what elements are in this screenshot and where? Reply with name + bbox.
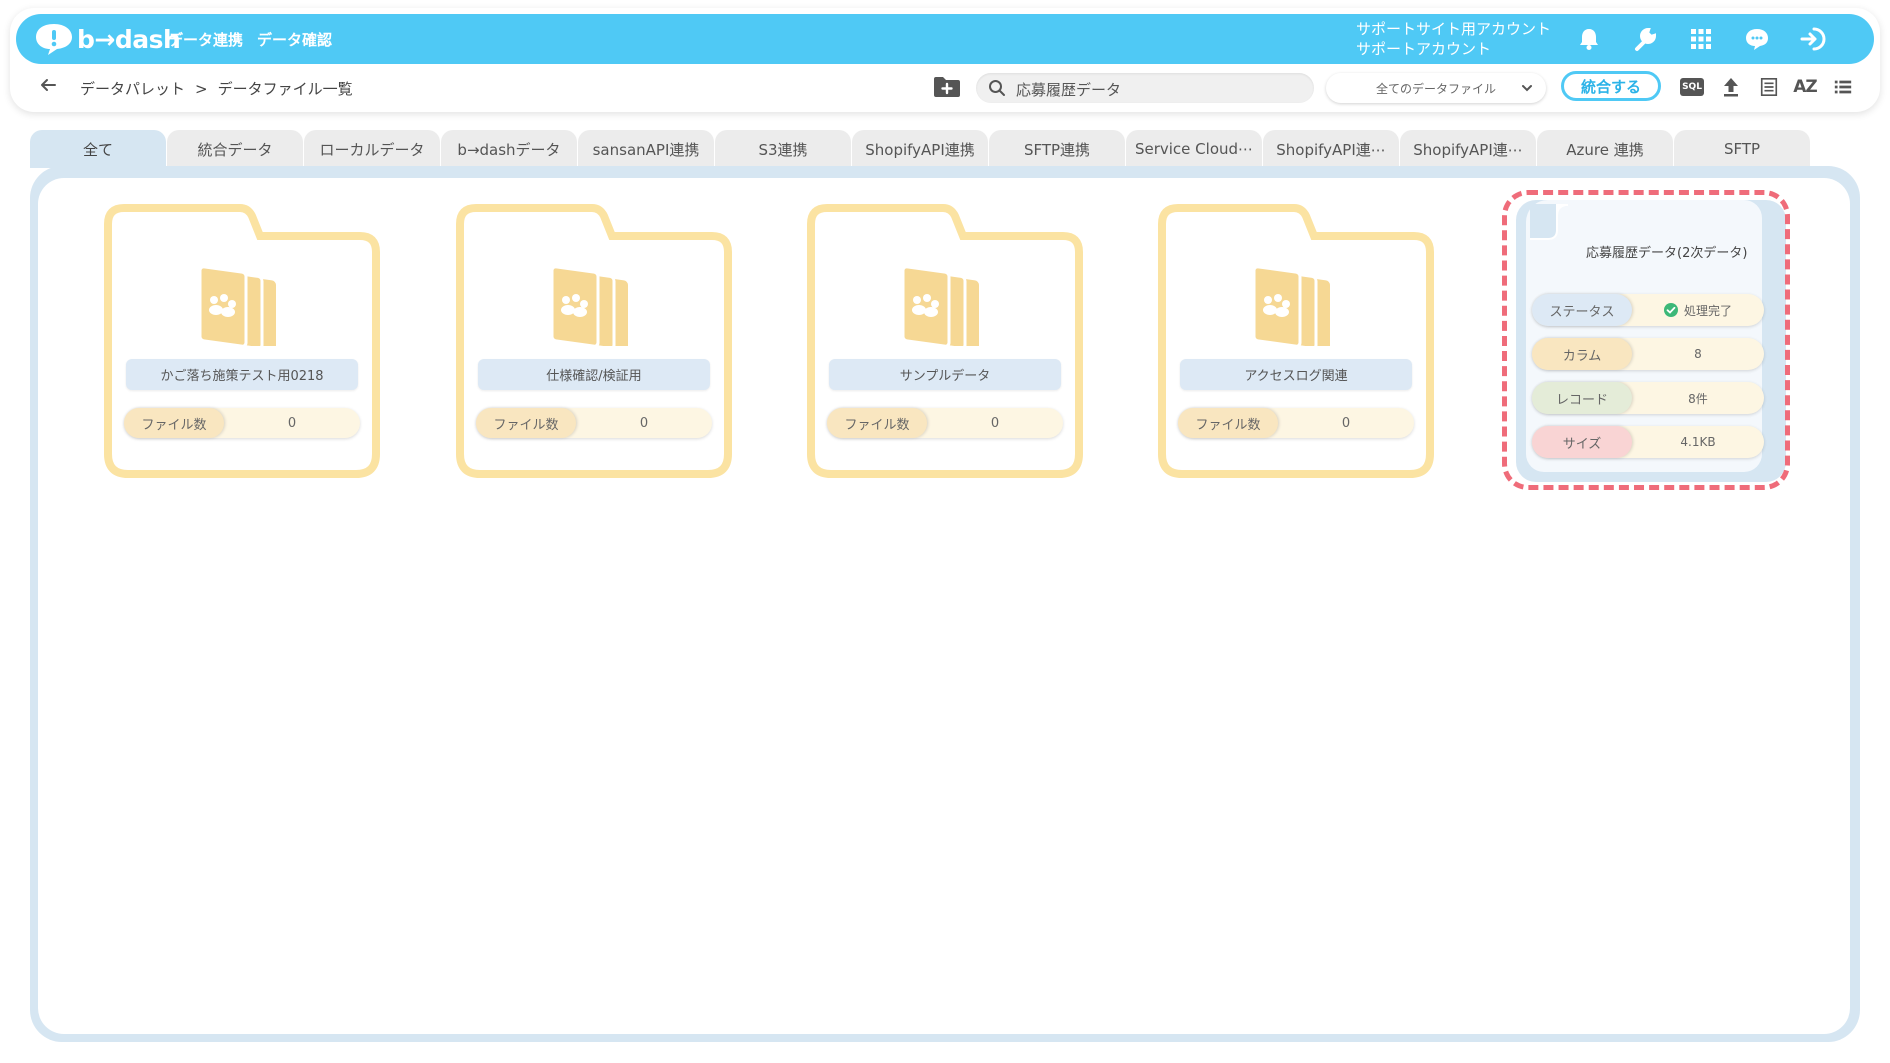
tab-shopify-api-2[interactable]: ShopifyAPI連⋯: [1263, 130, 1399, 168]
breadcrumb: データパレット > データファイル一覧: [80, 78, 363, 99]
search-icon: [989, 80, 1005, 96]
files-stack-icon: [198, 265, 276, 346]
folder-name: サンプルデータ: [829, 359, 1061, 390]
back-arrow-icon[interactable]: [38, 75, 58, 95]
files-stack-icon: [1252, 265, 1330, 346]
list-view-icon[interactable]: [1830, 76, 1856, 98]
folder-card[interactable]: サンプルデータ ファイル数 0: [807, 204, 1083, 478]
file-filter-select[interactable]: 全てのデータファイル: [1326, 73, 1546, 103]
tab-sansan-api[interactable]: sansanAPI連携: [578, 130, 714, 168]
folder-name: アクセスログ関連: [1180, 359, 1412, 390]
folder-file-count: ファイル数 0: [1178, 408, 1414, 438]
files-stack-icon: [901, 265, 979, 346]
account-info[interactable]: サポートサイト用アカウント サポートアカウント: [1356, 19, 1551, 59]
folder-card[interactable]: アクセスログ関連 ファイル数 0: [1158, 204, 1434, 478]
top-navigation-bar: b→dash データ連携 データ確認 サポートサイト用アカウント サポートアカウ…: [16, 14, 1874, 64]
highlight-outline: [1502, 190, 1790, 490]
file-count-label: ファイル数: [1178, 408, 1278, 438]
account-name: サポートサイト用アカウント: [1356, 20, 1552, 38]
speech-bubble-logo-icon: [36, 24, 72, 55]
tab-shopify-api[interactable]: ShopifyAPI連携: [852, 130, 988, 168]
sort-az-icon[interactable]: AZ: [1792, 76, 1818, 98]
file-count-value: 0: [990, 415, 1000, 431]
chevron-down-icon: [1522, 85, 1532, 92]
app-logo[interactable]: b→dash: [34, 20, 181, 58]
search-box[interactable]: [976, 73, 1314, 103]
folder-name: 仕様確認/検証用: [478, 359, 710, 390]
nav-data-integration[interactable]: データ連携: [168, 29, 243, 50]
tab-service-cloud[interactable]: Service Cloud⋯: [1126, 130, 1262, 168]
bell-icon[interactable]: [1574, 24, 1604, 54]
file-count-label: ファイル数: [124, 408, 224, 438]
tab-all[interactable]: 全て: [30, 130, 166, 168]
file-count-label: ファイル数: [827, 408, 927, 438]
list-detail-icon[interactable]: [1756, 76, 1782, 98]
folder-name: かご落ち施策テスト用0218: [126, 359, 358, 390]
folder-card[interactable]: かご落ち施策テスト用0218 ファイル数 0: [104, 204, 380, 478]
nav-data-check[interactable]: データ確認: [257, 29, 332, 50]
breadcrumb-current: データファイル一覧: [217, 80, 353, 98]
add-folder-icon[interactable]: [933, 76, 961, 98]
file-count-value: 0: [1341, 415, 1351, 431]
merge-button[interactable]: 統合する: [1561, 71, 1661, 101]
wrench-icon[interactable]: [1630, 24, 1660, 54]
logo-text: b→dash: [77, 24, 181, 54]
files-stack-icon: [550, 265, 628, 346]
tab-local-data[interactable]: ローカルデータ: [304, 130, 440, 168]
file-count-value: 0: [639, 415, 649, 431]
folder-file-count: ファイル数 0: [124, 408, 360, 438]
apps-grid-icon[interactable]: [1686, 24, 1716, 54]
file-count-label: ファイル数: [476, 408, 576, 438]
tab-bdash-data[interactable]: b→dashデータ: [441, 130, 577, 168]
tab-merged-data[interactable]: 統合データ: [167, 130, 303, 168]
chat-bubble-icon[interactable]: [1742, 24, 1772, 54]
folder-file-count: ファイル数 0: [827, 408, 1063, 438]
tab-sftp[interactable]: SFTP: [1674, 130, 1810, 168]
folder-card[interactable]: 仕様確認/検証用 ファイル数 0: [456, 204, 732, 478]
upload-icon[interactable]: [1718, 76, 1744, 98]
search-input[interactable]: [1014, 77, 1308, 101]
tab-shopify-api-3[interactable]: ShopifyAPI連⋯: [1400, 130, 1536, 168]
tab-s3[interactable]: S3連携: [715, 130, 851, 168]
tab-azure[interactable]: Azure 連携: [1537, 130, 1673, 168]
account-sub: サポートアカウント: [1356, 40, 1492, 58]
breadcrumb-data-palette[interactable]: データパレット: [80, 80, 185, 98]
logout-icon[interactable]: [1798, 24, 1828, 54]
folder-file-count: ファイル数 0: [476, 408, 712, 438]
file-count-value: 0: [287, 415, 297, 431]
tab-sftp-link[interactable]: SFTP連携: [989, 130, 1125, 168]
sql-icon[interactable]: SQL: [1680, 78, 1704, 96]
breadcrumb-separator: >: [195, 80, 208, 98]
file-filter-value: 全てのデータファイル: [1375, 81, 1496, 96]
